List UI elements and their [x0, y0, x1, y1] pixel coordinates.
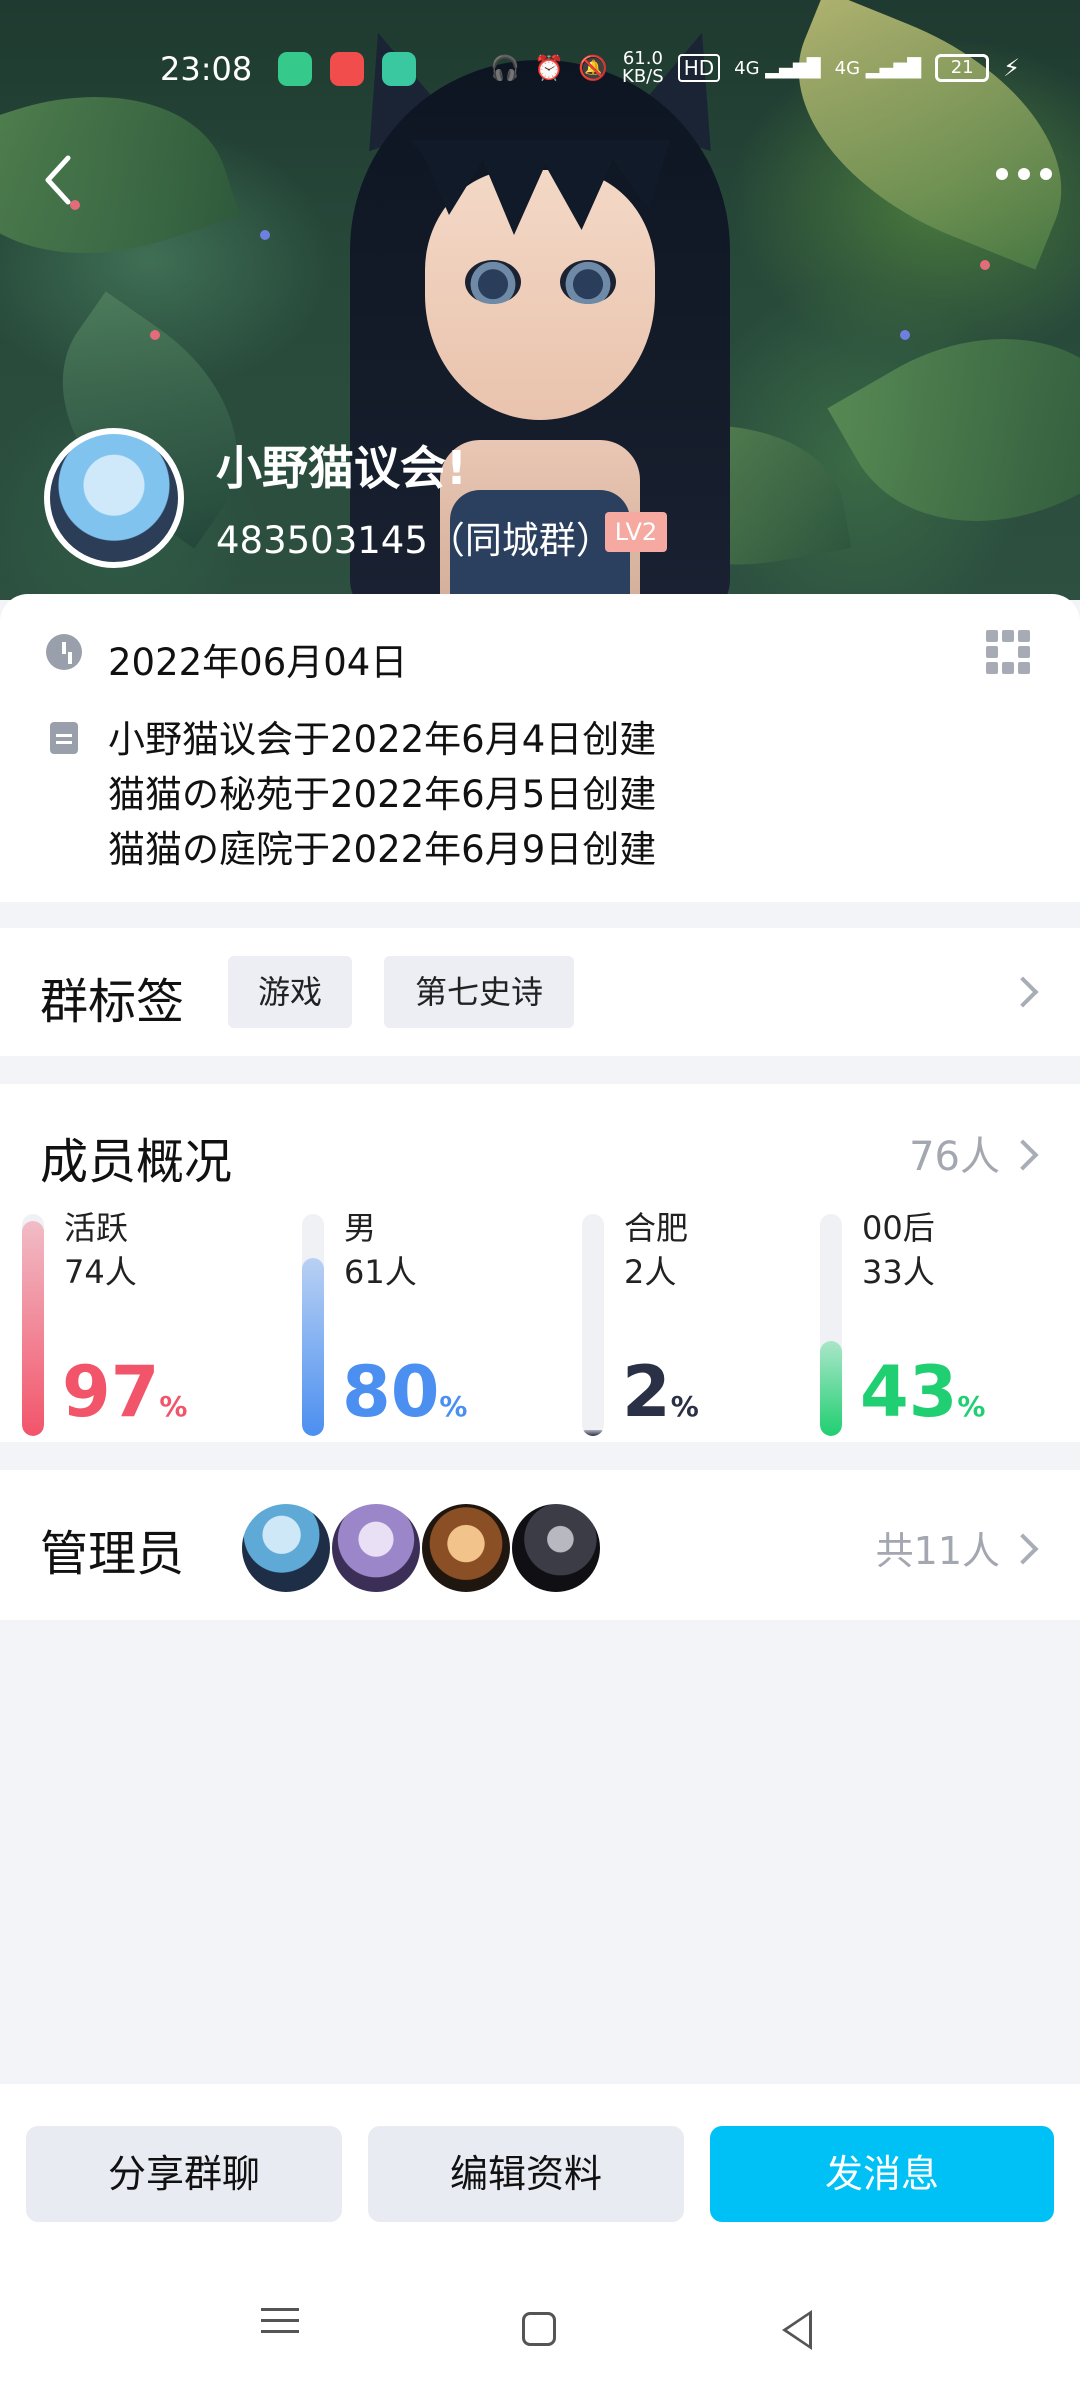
music-app-icon	[330, 52, 364, 86]
flower-dot	[260, 230, 270, 240]
chevron-right-icon	[1007, 1533, 1039, 1565]
headphones-icon: 🎧	[490, 54, 521, 82]
group-id: 483503145（同城群）	[216, 519, 613, 562]
app-notification-icon	[278, 52, 312, 86]
stat-bar	[582, 1430, 604, 1436]
stat-label: 合肥 2人	[624, 1209, 689, 1291]
admin-avatar[interactable]	[512, 1504, 600, 1592]
stat-bar	[302, 1258, 324, 1436]
share-group-button[interactable]: 分享群聊	[26, 2126, 342, 2222]
members-title: 成员概况	[40, 1134, 233, 1190]
member-count: 76人	[909, 1134, 1000, 1180]
status-bar: 23:08 🎧 ⏰ 🔕 61.0 KB/S HD 4G ▂▄▆█ 4G ▂▄▆█…	[0, 40, 1080, 100]
qr-code-icon[interactable]	[986, 630, 1030, 674]
tag-item: 游戏	[228, 956, 352, 1028]
group-name: 小野猫议会!	[216, 441, 467, 495]
stat-label: 00后 33人	[862, 1209, 935, 1291]
members-overview-card[interactable]: 成员概况 76人 活跃 74人 97% 男 61人 80% 合肥 2人 2% 00后 3…	[0, 1084, 1080, 1442]
admins-card[interactable]: 管理员 共11人	[0, 1470, 1080, 1620]
stat-percent: 97%	[62, 1351, 188, 1433]
signal-icon-1: 4G ▂▄▆█	[734, 57, 821, 79]
description-line: 猫猫の庭院于2022年6月9日创建	[108, 828, 657, 871]
reader-app-icon	[382, 52, 416, 86]
stat-label: 男 61人	[344, 1209, 417, 1291]
stat-label: 活跃 74人	[64, 1209, 137, 1291]
hd-icon: HD	[677, 54, 721, 82]
chevron-right-icon	[1007, 1139, 1039, 1171]
admin-avatar[interactable]	[422, 1504, 510, 1592]
admin-total: 共11人	[875, 1529, 1000, 1573]
leaf-decoration	[827, 278, 1080, 582]
edit-profile-button[interactable]: 编辑资料	[368, 2126, 684, 2222]
admin-avatar[interactable]	[332, 1504, 420, 1592]
more-options-icon[interactable]	[996, 168, 1052, 180]
flower-dot	[980, 260, 990, 270]
document-icon	[50, 722, 78, 754]
bottom-action-bar: 分享群聊 编辑资料 发消息	[0, 2084, 1080, 2400]
mute-icon: 🔕	[578, 54, 609, 82]
group-profile-page: 23:08 🎧 ⏰ 🔕 61.0 KB/S HD 4G ▂▄▆█ 4G ▂▄▆█…	[0, 0, 1080, 2400]
send-message-button[interactable]: 发消息	[710, 2126, 1054, 2222]
description-line: 猫猫の秘苑于2022年6月5日创建	[108, 773, 657, 816]
creation-date: 2022年06月04日	[108, 641, 408, 684]
charging-icon: ⚡	[1003, 54, 1020, 82]
group-tags-card[interactable]: 群标签 游戏 第七史诗	[0, 928, 1080, 1056]
group-description: 小野猫议会于2022年6月4日创建 猫猫の秘苑于2022年6月5日创建 猫猫の庭…	[108, 712, 656, 877]
admins-title: 管理员	[40, 1526, 185, 1582]
stat-bar	[22, 1221, 44, 1436]
status-time: 23:08	[160, 50, 253, 88]
flower-dot	[900, 330, 910, 340]
stat-bar	[820, 1341, 842, 1436]
tag-item: 第七史诗	[384, 956, 574, 1028]
alarm-icon: ⏰	[534, 54, 565, 82]
back-icon[interactable]	[40, 150, 80, 210]
stat-percent: 43%	[860, 1351, 986, 1433]
level-badge: LV2	[605, 512, 667, 552]
system-back-icon[interactable]	[770, 2300, 830, 2360]
chevron-right-icon	[1007, 976, 1039, 1008]
net-speed: 61.0 KB/S	[622, 48, 664, 87]
battery-icon: 21	[935, 54, 990, 82]
admin-avatar[interactable]	[242, 1504, 330, 1592]
signal-icon-2: 4G ▂▄▆█	[834, 57, 922, 79]
stat-percent: 2%	[622, 1351, 699, 1433]
tags-title: 群标签	[40, 974, 185, 1030]
group-info-card: 2022年06月04日 小野猫议会于2022年6月4日创建 猫猫の秘苑于2022…	[0, 594, 1080, 902]
home-icon[interactable]	[510, 2300, 570, 2360]
flower-dot	[150, 330, 160, 340]
menu-icon[interactable]	[250, 2300, 310, 2360]
description-line: 小野猫议会于2022年6月4日创建	[108, 718, 657, 761]
stat-percent: 80%	[342, 1351, 468, 1433]
group-avatar[interactable]	[44, 428, 184, 568]
clock-icon	[46, 634, 82, 670]
